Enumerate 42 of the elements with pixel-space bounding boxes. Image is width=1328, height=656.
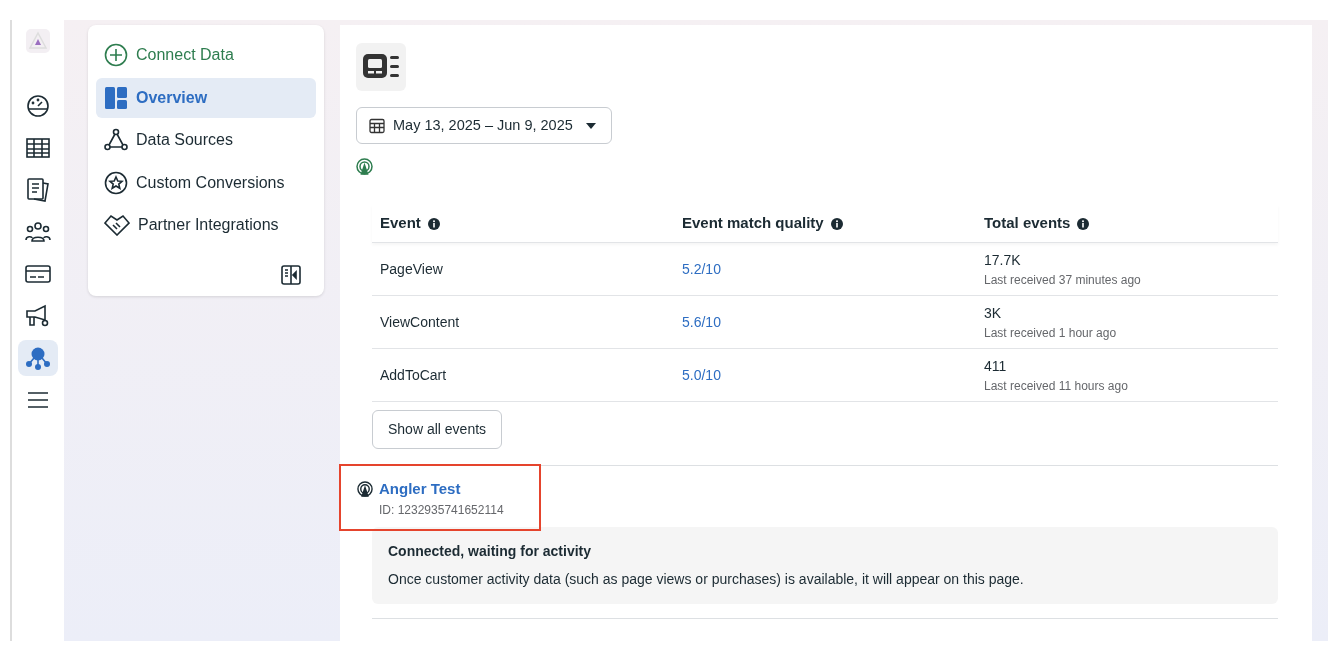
total-events: 3K [984,303,1003,323]
date-range-picker[interactable]: May 13, 2025 – Jun 9, 2025 [356,107,612,144]
nav-item[interactable]: Custom Conversions [96,162,316,203]
event-name: AddToCart [380,365,448,385]
connect-data-button[interactable]: Connect Data [96,35,316,75]
match-quality-link[interactable]: 5.0/10 [682,366,721,383]
last-received-text: Last received 1 hour ago [984,324,1118,342]
column-header: Event [380,213,421,234]
nav-item[interactable]: Partner Integrations [96,205,316,245]
nav-item[interactable]: Overview [96,77,316,118]
notice-title: Connected, waiting for activity [388,541,593,561]
signal-icon [357,481,373,497]
data-source-icon [356,43,406,91]
column-header: Total events [984,213,1071,234]
nav-item[interactable]: Data Sources [96,120,316,160]
notice-text: Once customer activity data (such as page views or purchases) is available, it will appear on this page. [388,569,1025,589]
total-events: 17.7K [984,250,1022,270]
match-quality-link[interactable]: 5.6/10 [682,313,721,330]
nodes-icon [104,128,128,152]
star-badge-icon [104,170,128,195]
handshake-icon [104,214,130,236]
signal-icon [356,158,373,175]
last-received-text: Last received 37 minutes ago [984,271,1142,289]
network-icon[interactable] [18,340,58,376]
source-name-link[interactable]: Angler Test [379,480,461,497]
event-name: ViewContent [380,312,461,332]
match-quality-link[interactable]: 5.2/10 [682,260,721,277]
info-icon[interactable] [830,217,843,230]
info-icon[interactable] [427,217,440,230]
calendar-icon [369,117,385,134]
show-all-events-button[interactable]: Show all events [372,410,503,449]
total-events: 411 [984,356,1008,376]
info-icon[interactable] [1077,217,1090,230]
plus-icon [104,43,128,67]
event-name: PageView [380,259,444,279]
caret-icon [585,121,597,130]
source-id: ID: 1232935741652114 [379,501,504,519]
app-logo [25,28,51,54]
layout-icon [104,85,128,110]
column-header: Event match quality [682,213,824,234]
last-received-text: Last received 11 hours ago [984,377,1129,395]
collapse-panel-icon[interactable] [280,264,302,286]
